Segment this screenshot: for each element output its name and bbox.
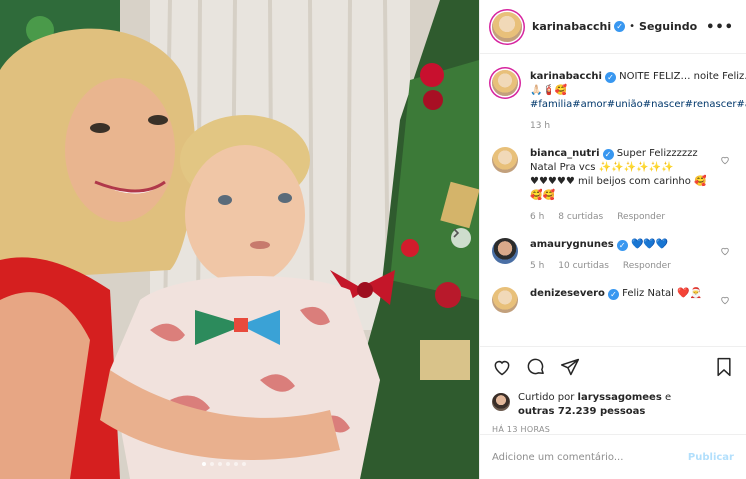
comment-likes[interactable]: 8 curtidas bbox=[558, 210, 603, 224]
caption-emoji: 🙏🏻🧯🥰 bbox=[530, 85, 568, 96]
commenter-avatar[interactable] bbox=[492, 287, 518, 313]
liker-avatar[interactable] bbox=[492, 393, 510, 411]
chevron-right-icon bbox=[453, 228, 460, 238]
carousel-dot bbox=[226, 462, 230, 466]
post-timestamp[interactable]: HÁ 13 HORAS bbox=[492, 425, 734, 434]
heart-icon[interactable] bbox=[720, 155, 730, 165]
comment-item: denizesevero ✓ Feliz Natal ❤️🎅 bbox=[492, 287, 734, 313]
comment-age: 6 h bbox=[530, 212, 545, 222]
post-actions: Curtido por laryssagomees e outras 72.23… bbox=[480, 346, 746, 434]
more-horizontal-icon[interactable]: ••• bbox=[706, 20, 734, 35]
verified-icon: ✓ bbox=[604, 72, 616, 83]
author-avatar[interactable] bbox=[492, 11, 522, 42]
carousel-dot bbox=[210, 462, 214, 466]
comment-text: 💙💙💙 bbox=[630, 239, 669, 250]
post-sidebar: karinabacchi ✓ • Seguindo ••• karinabacc… bbox=[479, 0, 746, 479]
comment-text: Feliz Natal ❤️🎅 bbox=[622, 288, 702, 299]
comment-icon[interactable] bbox=[526, 357, 546, 377]
liked-by-others[interactable]: outras 72.239 pessoas bbox=[518, 406, 645, 417]
comment-likes[interactable]: 10 curtidas bbox=[558, 259, 609, 273]
post-header: karinabacchi ✓ • Seguindo ••• bbox=[480, 0, 746, 54]
comment-age: 5 h bbox=[530, 261, 545, 271]
like-heart-icon[interactable] bbox=[492, 357, 512, 377]
save-bookmark-icon[interactable] bbox=[714, 357, 734, 377]
follow-status[interactable]: Seguindo bbox=[639, 20, 697, 33]
comment-username[interactable]: denizesevero bbox=[530, 288, 605, 299]
comment-item: bianca_nutri ✓ Super Felizzzzzz Natal Pra… bbox=[492, 147, 734, 224]
publish-button[interactable]: Publicar bbox=[688, 452, 734, 463]
heart-icon[interactable] bbox=[720, 295, 730, 305]
carousel-dot bbox=[234, 462, 238, 466]
verified-icon: ✓ bbox=[614, 21, 626, 32]
carousel-dot bbox=[218, 462, 222, 466]
caption-username[interactable]: karinabacchi bbox=[530, 71, 602, 82]
commenter-avatar[interactable] bbox=[492, 238, 518, 264]
comment-username[interactable]: amaurygnunes bbox=[530, 239, 614, 250]
author-username[interactable]: karinabacchi bbox=[532, 20, 611, 33]
comments-list[interactable]: karinabacchi✓ NOITE FELIZ… noite Feliz… … bbox=[480, 54, 746, 346]
caption-hashtags[interactable]: #familia#amor#união#nascer#renascer#agra… bbox=[530, 98, 746, 112]
liked-by-prefix: Curtido por bbox=[518, 392, 575, 403]
heart-icon[interactable] bbox=[720, 246, 730, 256]
separator-dot: • bbox=[629, 21, 636, 32]
liked-by-user[interactable]: laryssagomees bbox=[578, 392, 662, 403]
verified-icon: ✓ bbox=[616, 240, 628, 251]
caption-age: 13 h bbox=[530, 121, 551, 131]
post-photo[interactable] bbox=[0, 0, 479, 479]
add-comment-bar: Publicar bbox=[480, 434, 746, 479]
carousel-dots bbox=[202, 462, 246, 466]
photo-illustration bbox=[0, 0, 479, 479]
carousel-dot bbox=[202, 462, 206, 466]
carousel-dot bbox=[242, 462, 246, 466]
verified-icon: ✓ bbox=[607, 289, 619, 300]
reply-button[interactable]: Responder bbox=[623, 259, 671, 273]
reply-button[interactable]: Responder bbox=[617, 210, 665, 224]
share-icon[interactable] bbox=[560, 357, 580, 377]
caption-avatar[interactable] bbox=[492, 70, 518, 96]
comment-input[interactable] bbox=[492, 451, 688, 463]
comment-username[interactable]: bianca_nutri bbox=[530, 148, 600, 159]
comment-item: amaurygnunes ✓ 💙💙💙 5 h 10 curtidas Respon… bbox=[492, 238, 734, 273]
caption: karinabacchi✓ NOITE FELIZ… noite Feliz… … bbox=[492, 70, 746, 133]
carousel-next-button[interactable] bbox=[451, 228, 471, 248]
liked-by-middle: e bbox=[664, 392, 672, 403]
likes-summary: Curtido por laryssagomees e outras 72.23… bbox=[492, 391, 734, 419]
caption-text: NOITE FELIZ… noite Feliz… NATAL bbox=[619, 71, 746, 82]
commenter-avatar[interactable] bbox=[492, 147, 518, 173]
verified-icon: ✓ bbox=[602, 149, 614, 160]
